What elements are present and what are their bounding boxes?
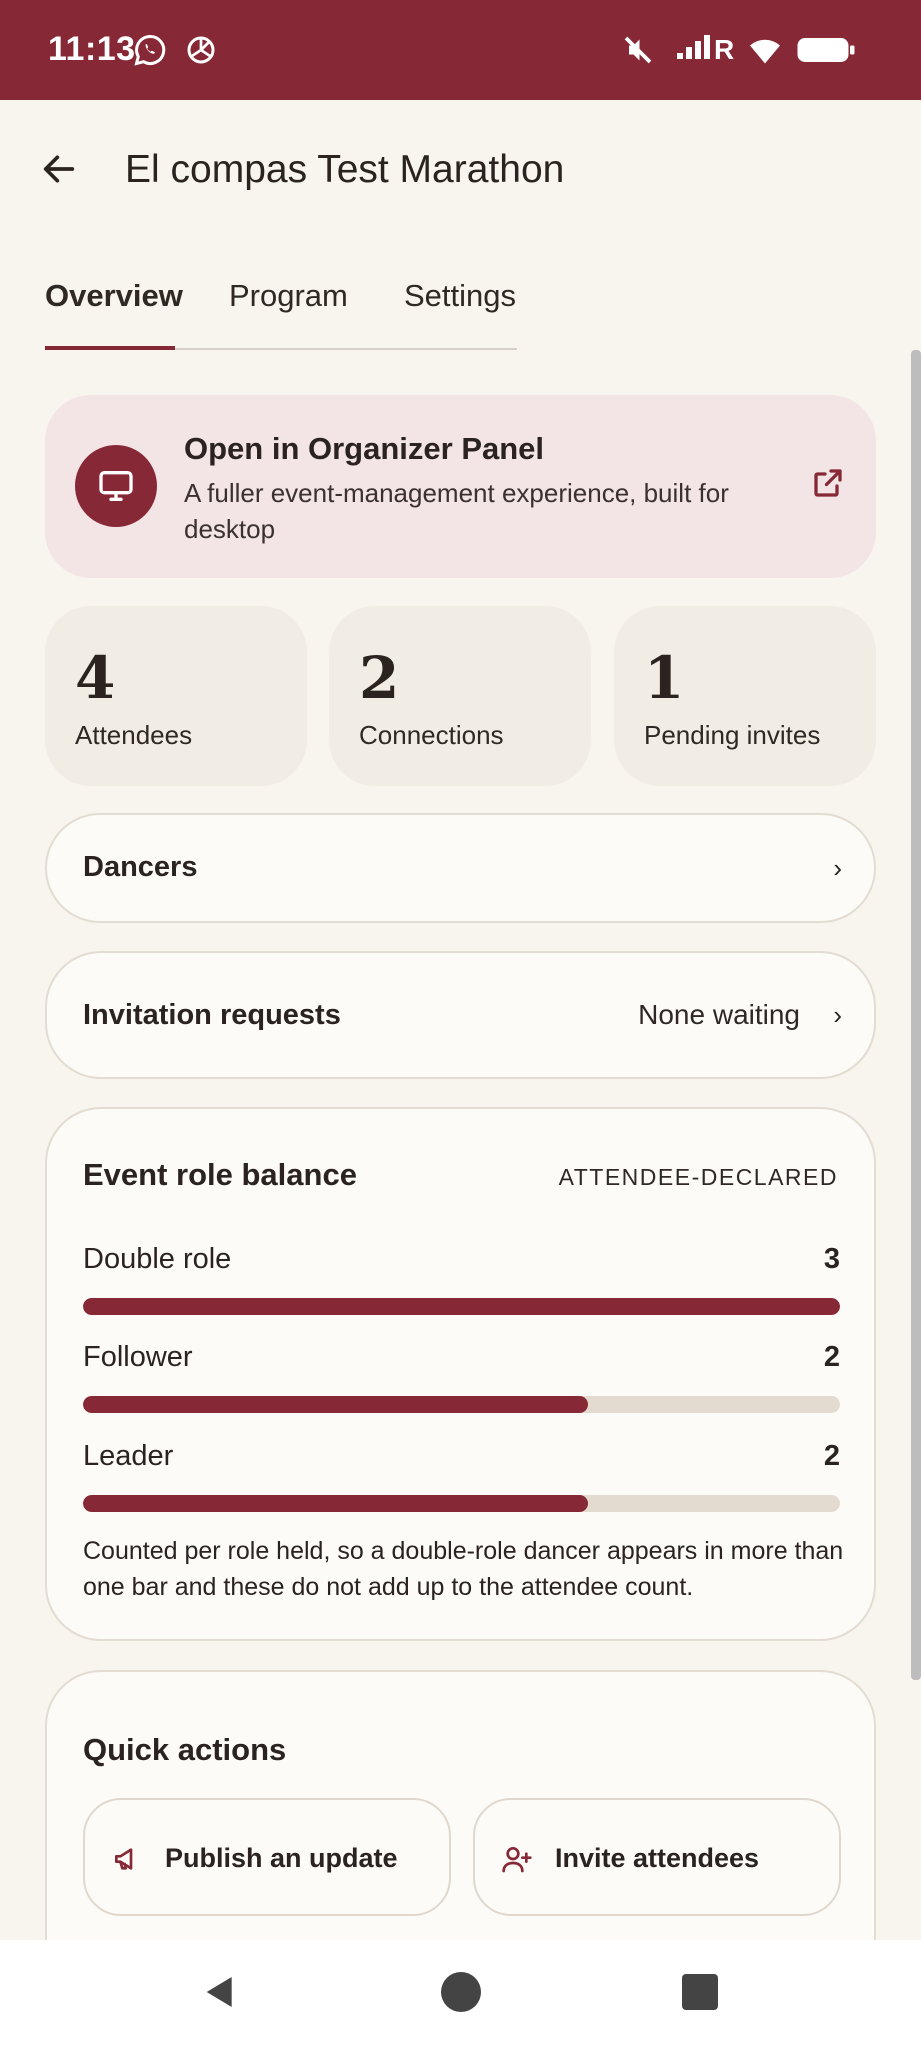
tab-settings[interactable]: Settings [404, 272, 517, 348]
chevron-right-icon: › [833, 1000, 842, 1030]
system-nav-bar [0, 1940, 921, 2048]
dancers-row[interactable]: Dancers › [45, 813, 876, 923]
whatsapp-icon [134, 34, 166, 66]
stat-connections[interactable]: 2 Connections [329, 606, 591, 786]
back-button[interactable] [30, 140, 88, 198]
status-bar: 11:13 R [0, 0, 921, 100]
chevron-right-icon: › [833, 853, 842, 883]
stat-pending-invites[interactable]: 1 Pending invites [614, 606, 876, 786]
scrollbar[interactable] [911, 350, 921, 1680]
app-bar: El compas Test Marathon [0, 100, 921, 245]
external-link-icon[interactable] [810, 465, 846, 501]
stat-value: 4 [75, 644, 116, 712]
monitor-icon [99, 471, 133, 501]
role-bar-fill [83, 1298, 840, 1315]
role-label: Leader [83, 1440, 174, 1472]
role-balance-meta: ATTENDEE-DECLARED [558, 1164, 838, 1190]
role-balance-card: Event role balance ATTENDEE-DECLARED Dou… [45, 1107, 876, 1641]
openai-icon [187, 36, 215, 64]
tab-program[interactable]: Program [229, 272, 349, 348]
stat-attendees[interactable]: 4 Attendees [45, 606, 307, 786]
role-balance-title: Event role balance [83, 1157, 357, 1192]
status-time: 11:13 [48, 30, 136, 68]
mute-icon [624, 36, 652, 64]
network-label: R [714, 34, 735, 65]
stat-label: Attendees [75, 720, 193, 750]
nav-back-icon[interactable] [200, 1972, 240, 2012]
invite-attendees-button[interactable]: Invite attendees [473, 1798, 841, 1916]
role-count: 3 [823, 1243, 840, 1275]
invite-attendees-label: Invite attendees [555, 1843, 760, 1873]
page-title: El compas Test Marathon [125, 148, 565, 191]
publish-update-button[interactable]: Publish an update [83, 1798, 451, 1916]
stat-label: Connections [359, 720, 504, 750]
role-bar-fill [83, 1495, 588, 1512]
role-count: 2 [823, 1341, 840, 1373]
role-bar-track [83, 1396, 840, 1413]
organizer-panel-title: Open in Organizer Panel [184, 431, 545, 466]
monitor-icon-badge [75, 445, 157, 527]
battery-icon [797, 38, 855, 62]
quick-actions-title: Quick actions [83, 1732, 287, 1767]
organizer-panel-card[interactable]: Open in Organizer Panel A fuller event-m… [45, 395, 876, 578]
dancers-label: Dancers [83, 851, 198, 883]
wifi-icon [750, 39, 780, 64]
role-label: Follower [83, 1341, 193, 1373]
role-balance-note: Counted per role held, so a double-role … [83, 1537, 844, 1601]
invitation-requests-label: Invitation requests [83, 999, 341, 1031]
arrow-left-icon [43, 155, 75, 183]
stat-value: 2 [359, 644, 400, 712]
nav-home-icon[interactable] [441, 1972, 481, 2012]
tab-overview[interactable]: Overview [45, 272, 183, 350]
role-bar-track [83, 1495, 840, 1512]
tab-bar: Overview Program Settings [45, 272, 517, 350]
role-count: 2 [823, 1440, 840, 1472]
stat-label: Pending invites [644, 720, 821, 750]
publish-update-label: Publish an update [165, 1843, 398, 1873]
nav-recent-apps-icon[interactable] [682, 1974, 718, 2010]
megaphone-icon [115, 1848, 133, 1870]
add-person-icon [502, 1847, 532, 1873]
invitation-requests-status: None waiting [638, 999, 800, 1030]
role-bar-fill [83, 1396, 588, 1413]
role-label: Double role [83, 1243, 232, 1275]
invitation-requests-row[interactable]: Invitation requests None waiting › [45, 951, 876, 1079]
signal-icon [677, 35, 710, 59]
role-bar-track [83, 1298, 840, 1315]
stat-value: 1 [644, 644, 685, 712]
organizer-panel-description: A fuller event-management experience, bu… [184, 478, 729, 544]
